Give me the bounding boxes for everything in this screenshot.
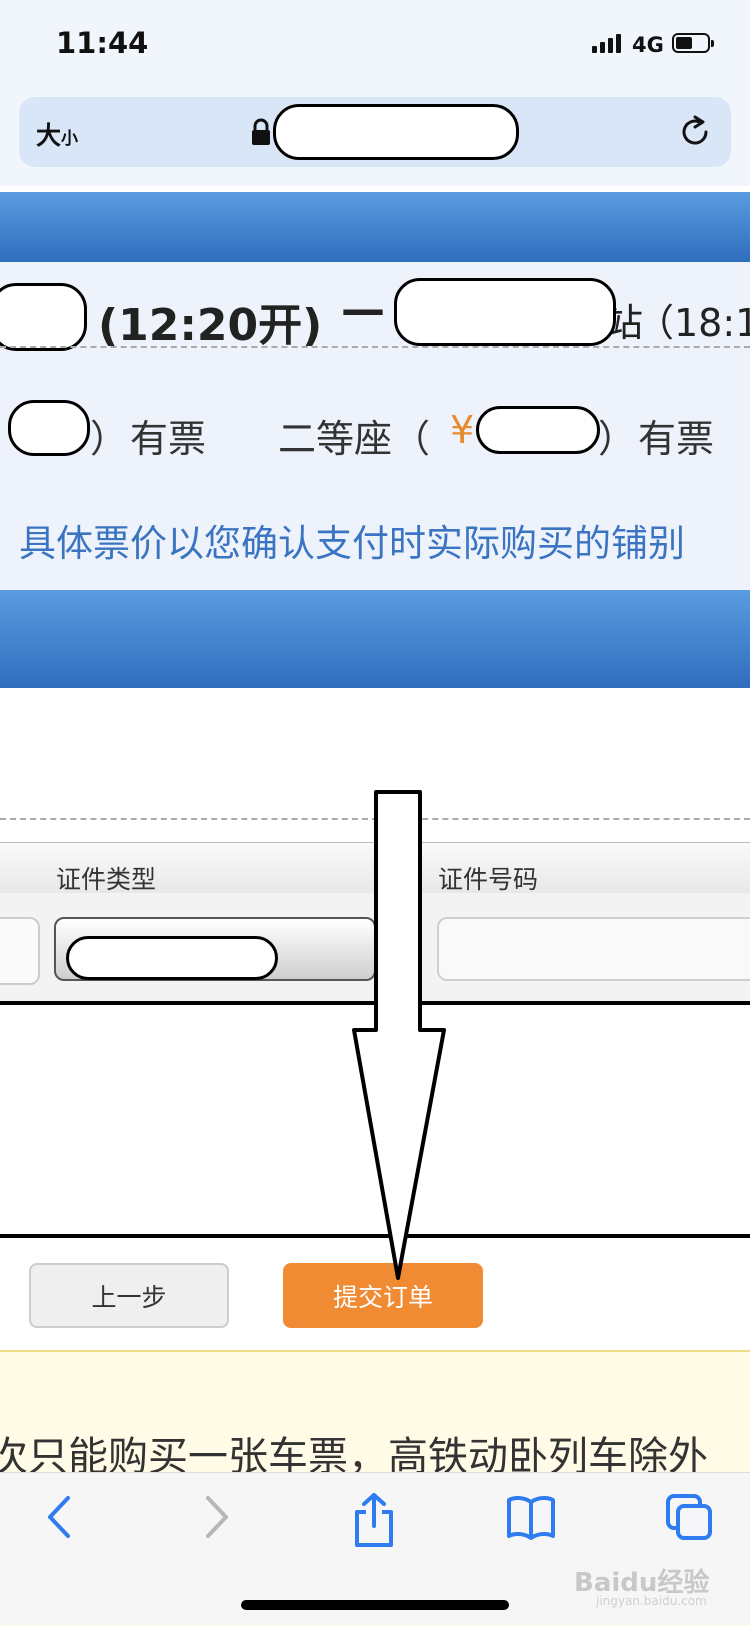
share-icon[interactable]	[352, 1492, 396, 1548]
redacted-url[interactable]	[273, 104, 519, 160]
text-size-big: 大	[36, 121, 62, 150]
passenger-section-header-bar	[0, 590, 750, 688]
section-header-bar	[0, 192, 750, 262]
redacted-arrival-station	[394, 278, 616, 346]
reload-icon[interactable]	[677, 114, 713, 150]
previous-step-button[interactable]: 上一步	[29, 1263, 229, 1328]
paren-close: ）	[90, 417, 129, 461]
departure-time: (12:20开)	[98, 300, 323, 351]
battery-icon	[672, 33, 714, 53]
tabs-icon[interactable]	[664, 1492, 714, 1542]
paren-close: ）	[598, 417, 637, 461]
lock-icon	[252, 118, 270, 145]
home-indicator[interactable]	[241, 1600, 509, 1610]
seat2-label: 二等座（	[278, 417, 431, 461]
cellular-signal-icon	[592, 34, 624, 53]
text-size-button[interactable]: 大小	[36, 116, 78, 152]
seat2-availability: 有票	[638, 417, 715, 461]
forward-icon[interactable]	[198, 1492, 234, 1542]
text-size-small: 小	[61, 129, 79, 149]
arrival-time: （18:1	[636, 301, 750, 345]
redacted-price-2	[476, 406, 600, 454]
price-note: 具体票价以您确认支付时实际购买的铺别	[19, 522, 685, 565]
bookmarks-icon[interactable]	[506, 1492, 556, 1542]
redacted-id-type	[66, 936, 278, 980]
back-icon[interactable]	[42, 1492, 78, 1542]
watermark-url: jingyan.baidu.com	[596, 1594, 707, 1608]
currency-symbol: ¥	[450, 408, 475, 452]
route-dash: —	[341, 284, 385, 335]
redacted-departure-station	[0, 283, 87, 351]
annotation-arrow-icon	[352, 790, 446, 1280]
passenger-name-input[interactable]	[0, 917, 40, 985]
network-type: 4G	[632, 33, 664, 57]
column-header-id-type: 证件类型	[56, 865, 157, 894]
id-number-input[interactable]	[437, 917, 750, 981]
seat1-availability: 有票	[130, 417, 207, 461]
column-header-id-number: 证件号码	[438, 865, 539, 894]
dashed-divider	[0, 346, 750, 348]
status-time: 11:44	[56, 26, 149, 60]
redacted-price-1	[8, 400, 90, 456]
